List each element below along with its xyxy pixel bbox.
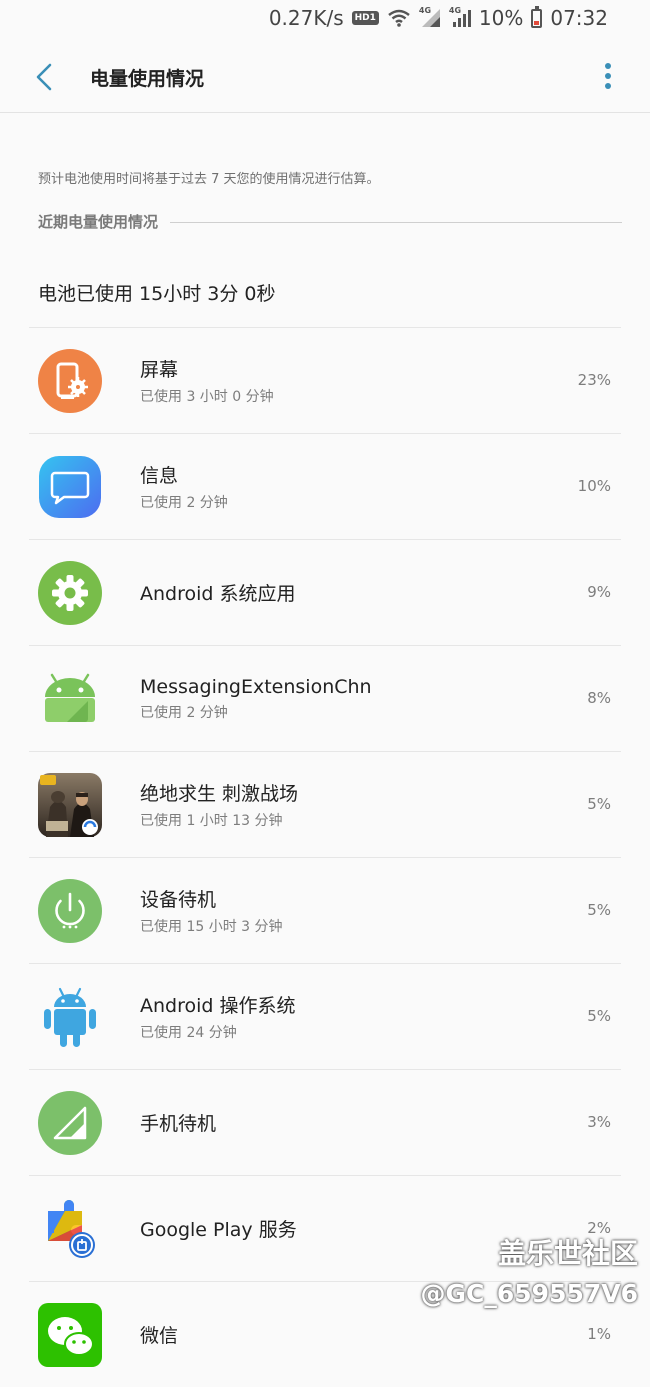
app-name: Google Play 服务 — [140, 1219, 297, 1241]
list-item-messages[interactable]: 信息 已使用 2 分钟 10% — [29, 433, 621, 539]
list-item-phone-idle[interactable]: 手机待机 3% — [29, 1069, 621, 1175]
app-name: 信息 — [140, 465, 179, 487]
more-options-button[interactable] — [598, 60, 618, 94]
play-services-icon — [38, 1197, 102, 1261]
battery-used-total[interactable]: 电池已使用 15小时 3分 0秒 — [38, 279, 275, 306]
list-item-screen[interactable]: 屏幕 已使用 3 小时 0 分钟 23% — [29, 327, 621, 433]
app-bar: 电量使用情况 — [0, 40, 650, 113]
app-name: 微信 — [140, 1325, 179, 1347]
wifi-icon — [388, 9, 410, 27]
android-icon — [38, 667, 102, 731]
app-usage: 已使用 2 分钟 — [140, 495, 228, 511]
list-item-android-system-apps[interactable]: Android 系统应用 9% — [29, 539, 621, 645]
app-usage: 已使用 2 分钟 — [140, 704, 228, 721]
chevron-left-icon — [36, 63, 52, 91]
estimate-note: 预计电池使用时间将基于过去 7 天您的使用情况进行估算。 — [38, 172, 380, 187]
section-header: 近期电量使用情况 — [38, 211, 622, 232]
app-usage: 已使用 15 小时 3 分钟 — [140, 919, 283, 935]
clock: 07:32 — [550, 6, 608, 30]
app-name: MessagingExtensionChn — [140, 675, 372, 698]
app-usage: 已使用 3 小时 0 分钟 — [140, 389, 274, 405]
android-os-icon — [38, 985, 102, 1049]
list-item-messaging-extension[interactable]: MessagingExtensionChn 已使用 2 分钟 8% — [29, 645, 621, 751]
app-usage: 已使用 1 小时 13 分钟 — [140, 813, 283, 829]
section-title: 近期电量使用情况 — [38, 213, 159, 231]
status-indicators: 0.27K/s HD1 4G 4G 10% 07:32 — [261, 5, 608, 30]
back-button[interactable] — [26, 56, 66, 96]
app-name: 设备待机 — [140, 889, 217, 911]
app-percent: 8% — [587, 689, 611, 707]
messages-icon — [38, 455, 102, 519]
more-vertical-icon — [605, 63, 611, 89]
watermark: 盖乐世社区 @GC_659557V6 — [421, 1234, 638, 1314]
status-bar: 0.27K/s HD1 4G 4G 10% 07:32 — [0, 0, 650, 40]
app-percent: 10% — [577, 477, 611, 495]
signal-icon — [38, 1091, 102, 1155]
battery-percent: 10% — [478, 6, 524, 30]
watermark-user: @GC_659557V6 — [420, 1279, 638, 1308]
list-item-pubg-mobile[interactable]: 绝地求生 刺激战场 已使用 1 小时 13 分钟 5% — [29, 751, 621, 857]
app-usage-list: 屏幕 已使用 3 小时 0 分钟 23% 信息 已使用 2 分钟 10% And… — [0, 327, 650, 1387]
app-percent: 5% — [587, 795, 611, 813]
app-name: 屏幕 — [140, 359, 179, 381]
cell-signal-2-icon: 4G — [449, 6, 471, 28]
gear-icon — [38, 561, 102, 625]
network-speed: 0.27K/s — [268, 6, 344, 30]
app-percent: 9% — [587, 583, 611, 601]
hd-badge: HD1 — [351, 11, 379, 25]
watermark-brand: 盖乐世社区 — [497, 1237, 638, 1270]
section-divider — [170, 222, 622, 223]
power-icon — [38, 879, 102, 943]
pubg-icon — [38, 773, 102, 837]
list-item-device-idle[interactable]: 设备待机 已使用 15 小时 3 分钟 5% — [29, 857, 621, 963]
app-name: Android 系统应用 — [140, 583, 296, 605]
app-name: 手机待机 — [140, 1113, 217, 1135]
app-percent: 5% — [587, 901, 611, 919]
battery-icon — [531, 5, 543, 28]
screen-icon — [38, 349, 102, 413]
page-title: 电量使用情况 — [90, 68, 205, 90]
app-percent: 23% — [577, 371, 611, 389]
app-name: 绝地求生 刺激战场 — [140, 783, 299, 805]
wechat-icon — [38, 1303, 102, 1367]
list-item-android-os[interactable]: Android 操作系统 已使用 24 分钟 5% — [29, 963, 621, 1069]
app-name: Android 操作系统 — [140, 995, 296, 1017]
app-usage: 已使用 24 分钟 — [140, 1025, 237, 1041]
app-percent: 5% — [587, 1007, 611, 1025]
app-percent: 3% — [587, 1113, 611, 1131]
cell-signal-1-icon: 4G — [419, 6, 441, 28]
